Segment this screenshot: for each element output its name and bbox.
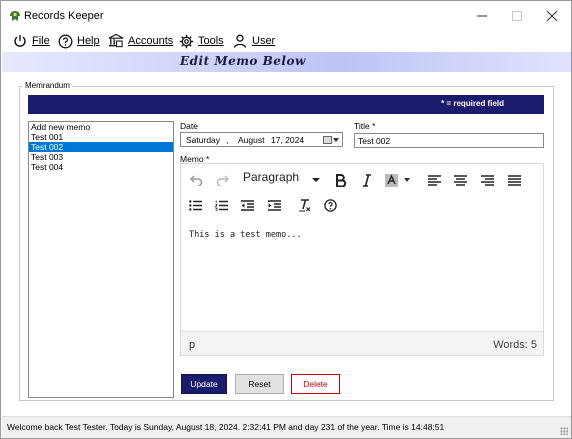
bullet-list-icon <box>188 199 202 211</box>
maximize-button[interactable] <box>502 5 532 27</box>
menu-tools-label: Tools <box>198 35 224 47</box>
menu-tools[interactable]: Tools <box>178 31 224 51</box>
minimize-icon <box>477 15 487 17</box>
memo-listbox[interactable]: Add new memo Test 001 Test 002 Test 003 … <box>28 121 174 398</box>
list-item[interactable]: Test 003 <box>29 152 173 162</box>
list-item-selected[interactable]: Test 002 <box>29 142 173 152</box>
undo-button[interactable] <box>187 170 205 190</box>
app-window: Records Keeper File Help Accounts Tools … <box>0 0 572 439</box>
title-input[interactable]: Test 002 <box>354 133 544 148</box>
menu-bar: File Help Accounts Tools User <box>1 30 571 52</box>
title-label: Title * <box>354 121 376 131</box>
indent-button[interactable] <box>266 195 282 215</box>
header-banner: Edit Memo Below <box>2 52 571 72</box>
clear-formatting-button[interactable] <box>296 195 312 215</box>
help-circle-icon <box>57 33 73 49</box>
block-format-dropdown[interactable]: Paragraph <box>243 170 299 184</box>
power-icon <box>12 33 28 49</box>
numbered-list-icon <box>214 200 228 211</box>
list-item-add-new[interactable]: Add new memo <box>29 122 173 132</box>
italic-button[interactable] <box>359 170 375 190</box>
date-month: August <box>238 135 265 145</box>
chevron-down-icon <box>404 178 410 182</box>
redo-icon <box>216 174 229 186</box>
editor-statusbar: p Words: 5 <box>181 331 543 355</box>
required-field-note: * = required field <box>441 99 504 108</box>
list-item[interactable]: Test 004 <box>29 162 173 172</box>
status-bar: Welcome back Test Tester. Today is Sunda… <box>2 416 571 438</box>
date-separator: , <box>226 135 229 145</box>
gear-icon <box>178 33 194 49</box>
menu-file-label: File <box>32 35 50 47</box>
delete-button[interactable]: Delete <box>291 374 340 394</box>
title-bar: Records Keeper <box>1 1 571 31</box>
help-button[interactable] <box>322 195 338 215</box>
menu-file[interactable]: File <box>12 31 50 51</box>
text-color-dropdown[interactable] <box>403 177 411 183</box>
menu-accounts[interactable]: Accounts <box>108 31 173 51</box>
element-path: p <box>189 339 196 351</box>
align-center-icon <box>453 174 467 186</box>
outdent-button[interactable] <box>239 195 255 215</box>
menu-accounts-label: Accounts <box>128 35 174 47</box>
clear-formatting-icon <box>298 198 310 212</box>
outdent-icon <box>240 199 254 211</box>
minimize-button[interactable] <box>467 5 497 27</box>
menu-user[interactable]: User <box>232 31 275 51</box>
menu-help[interactable]: Help <box>57 31 100 51</box>
editor-content[interactable]: This is a test memo... <box>189 230 302 240</box>
app-logo-icon <box>10 11 20 21</box>
calendar-icon <box>322 136 332 144</box>
bullet-list-button[interactable] <box>187 195 203 215</box>
list-item[interactable]: Test 001 <box>29 132 173 142</box>
close-button[interactable] <box>537 5 567 27</box>
main-panel: Memrandum * = required field Add new mem… <box>2 72 571 416</box>
bold-button[interactable] <box>333 170 349 190</box>
align-center-button[interactable] <box>452 170 468 190</box>
update-button[interactable]: Update <box>181 374 227 394</box>
required-field-bar: * = required field <box>28 95 544 114</box>
numbered-list-button[interactable] <box>213 195 229 215</box>
chevron-down-icon <box>312 178 320 182</box>
date-day-year: 17, 2024 <box>271 135 305 145</box>
maximize-icon <box>512 11 522 21</box>
chevron-down-icon <box>332 138 339 142</box>
justify-button[interactable] <box>506 170 522 190</box>
bank-icon <box>108 33 124 49</box>
align-left-icon <box>427 174 441 186</box>
redo-button[interactable] <box>213 170 231 190</box>
indent-icon <box>267 199 281 211</box>
editor-toolbar: Paragraph <box>181 164 543 219</box>
align-right-button[interactable] <box>479 170 495 190</box>
reset-button[interactable]: Reset <box>235 374 284 394</box>
date-label: Date <box>180 121 198 131</box>
italic-icon <box>363 173 371 187</box>
close-icon <box>546 10 558 22</box>
resize-grip-icon[interactable] <box>560 427 568 435</box>
menu-help-label: Help <box>77 35 100 47</box>
calendar-dropdown-button[interactable] <box>321 135 340 145</box>
bold-icon <box>336 173 347 187</box>
undo-icon <box>189 174 202 186</box>
text-color-button[interactable] <box>383 170 399 190</box>
page-title: Edit Memo Below <box>180 54 306 68</box>
status-message: Welcome back Test Tester. Today is Sunda… <box>7 422 445 432</box>
align-left-button[interactable] <box>426 170 442 190</box>
word-count: Words: 5 <box>493 339 537 351</box>
rich-text-editor: Paragraph This is a test memo... p Words… <box>180 163 544 356</box>
groupbox-legend: Memrandum <box>23 81 72 90</box>
menu-user-label: User <box>252 35 276 47</box>
justify-icon <box>507 174 521 186</box>
date-weekday: Saturday <box>186 135 221 145</box>
user-icon <box>232 33 248 49</box>
align-right-icon <box>480 174 494 186</box>
help-circle-icon <box>323 198 337 212</box>
window-title: Records Keeper <box>24 10 104 22</box>
text-color-icon <box>384 173 398 187</box>
date-picker[interactable]: Saturday , August 17, 2024 <box>180 132 343 147</box>
